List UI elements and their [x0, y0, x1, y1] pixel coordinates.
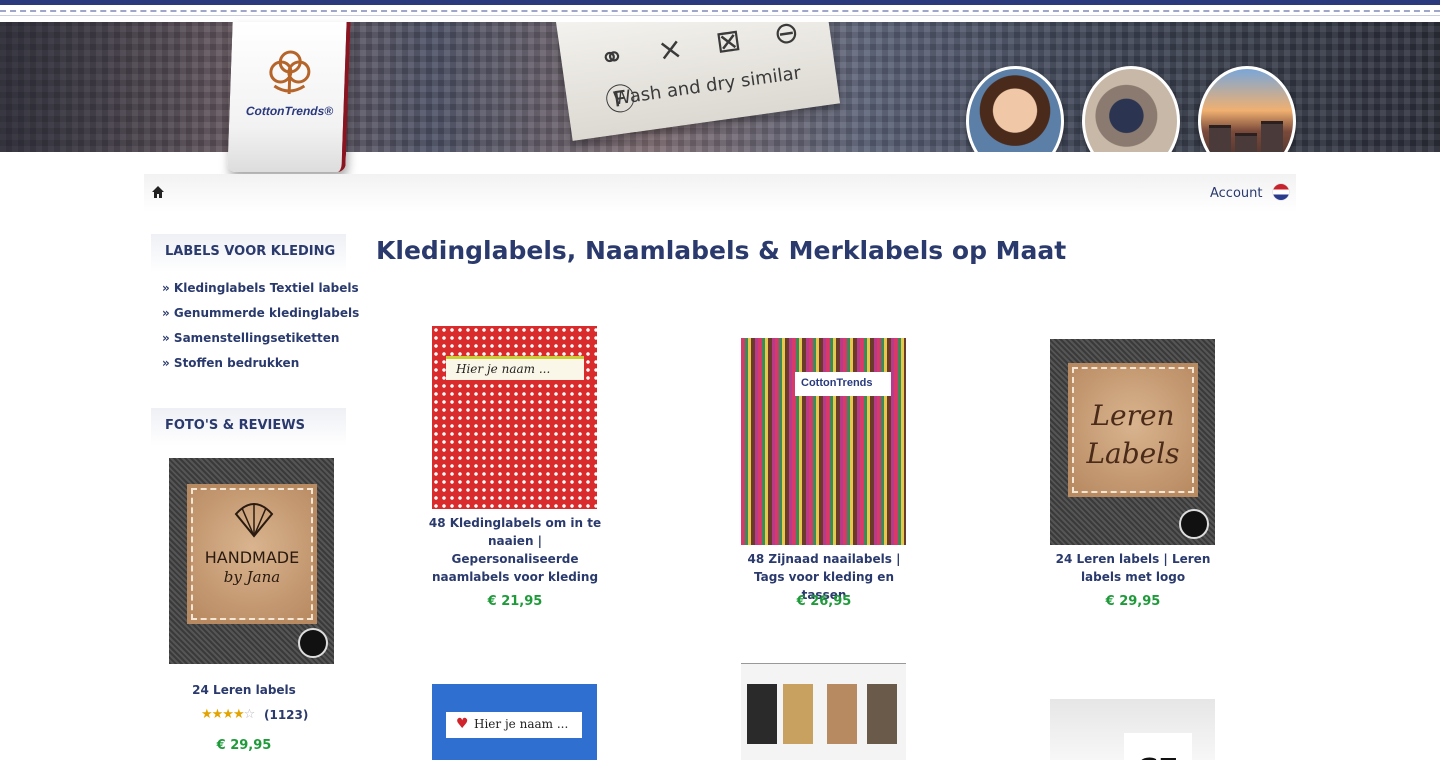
product-image[interactable]: Hier je naam ... [432, 326, 597, 509]
banner-shade [0, 22, 240, 152]
brand-tag: CottonTrends [795, 372, 891, 396]
rating-stars: ★★★★☆ [201, 707, 255, 722]
top-navy-bar [0, 0, 1440, 5]
top-divider [0, 15, 1440, 16]
leather-patch: Leren Labels [1068, 363, 1198, 497]
hang-tag [747, 684, 777, 744]
heart-icon: ♥ [456, 716, 469, 732]
city-house [1209, 125, 1231, 152]
ce-label: CE [1124, 733, 1192, 760]
product-image[interactable]: Leren Labels [1050, 339, 1215, 545]
name-tag-text: Hier je naam ... [474, 717, 569, 731]
sidebar-heading-labels: LABELS VOOR KLEDING [151, 234, 346, 272]
hang-tag [867, 684, 897, 744]
brand-name: CottonTrends® [245, 104, 334, 118]
product-image[interactable]: CE [1050, 699, 1215, 760]
hang-tag [827, 684, 857, 744]
language-flag-icon[interactable] [1273, 184, 1289, 200]
city-house [1235, 133, 1257, 152]
page-title: Kledinglabels, Naamlabels & Merklabels o… [376, 236, 1067, 265]
product-name[interactable]: 24 Leren labels | Leren labels met logo [1043, 550, 1223, 586]
logo[interactable]: CottonTrends® [227, 22, 351, 172]
product-price: € 29,95 [1105, 594, 1161, 609]
name-tag: ♥ Hier je naam ... [446, 712, 582, 738]
care-label-image: ⚭ ⨯ ⊠ ⊖ Ⓕ Wash and dry similar [556, 22, 841, 141]
sidebar-link-stoffen[interactable]: » Stoffen bedrukken [162, 356, 359, 381]
photo-circle-woman[interactable] [966, 66, 1064, 152]
sidebar-link-genummerde[interactable]: » Genummerde kledinglabels [162, 306, 359, 331]
stamp-logo-icon [298, 628, 328, 658]
account-link[interactable]: Account [1210, 186, 1263, 201]
home-icon[interactable] [151, 185, 165, 199]
product-image[interactable]: ♥ Hier je naam ... [432, 684, 597, 760]
product-price: € 26,95 [796, 594, 852, 609]
hang-tag [783, 684, 813, 744]
cotton-logo-icon [269, 50, 311, 94]
product-image[interactable] [741, 663, 906, 760]
sidebar-link-kledinglabels[interactable]: » Kledinglabels Textiel labels [162, 281, 359, 306]
review-product-image[interactable]: HANDMADE by Jana [169, 458, 334, 664]
sidebar-link-samenstelling[interactable]: » Samenstellingsetiketten [162, 331, 359, 356]
patch-text-by: by Jana [223, 568, 281, 586]
top-stitch-line [0, 10, 1440, 12]
sidebar-links: » Kledinglabels Textiel labels » Genumme… [162, 281, 359, 381]
sidebar-heading-reviews: FOTO'S & REVIEWS [151, 408, 346, 446]
review-price: € 29,95 [216, 738, 272, 753]
review-product-title[interactable]: 24 Leren labels [151, 683, 337, 697]
shell-icon [234, 503, 274, 538]
leather-patch: HANDMADE by Jana [187, 484, 317, 624]
nav-bar: Account [144, 174, 1296, 212]
patch-text-handmade: HANDMADE [204, 548, 300, 567]
photo-circle-workshop[interactable] [1082, 66, 1180, 152]
city-house [1261, 121, 1283, 152]
product-price: € 21,95 [487, 594, 543, 609]
top-strip [0, 0, 1440, 22]
patch-text: Leren Labels [1086, 399, 1180, 470]
product-image[interactable]: CottonTrends [741, 338, 906, 545]
stamp-logo-icon [1179, 509, 1209, 539]
product-name[interactable]: 48 Kledinglabels om in te naaien | Geper… [425, 514, 605, 586]
photo-circle-city[interactable] [1198, 66, 1296, 152]
name-tag: Hier je naam ... [446, 356, 584, 380]
review-count[interactable]: (1123) [264, 708, 308, 722]
header-banner: ⚭ ⨯ ⊠ ⊖ Ⓕ Wash and dry similar [0, 22, 1440, 152]
